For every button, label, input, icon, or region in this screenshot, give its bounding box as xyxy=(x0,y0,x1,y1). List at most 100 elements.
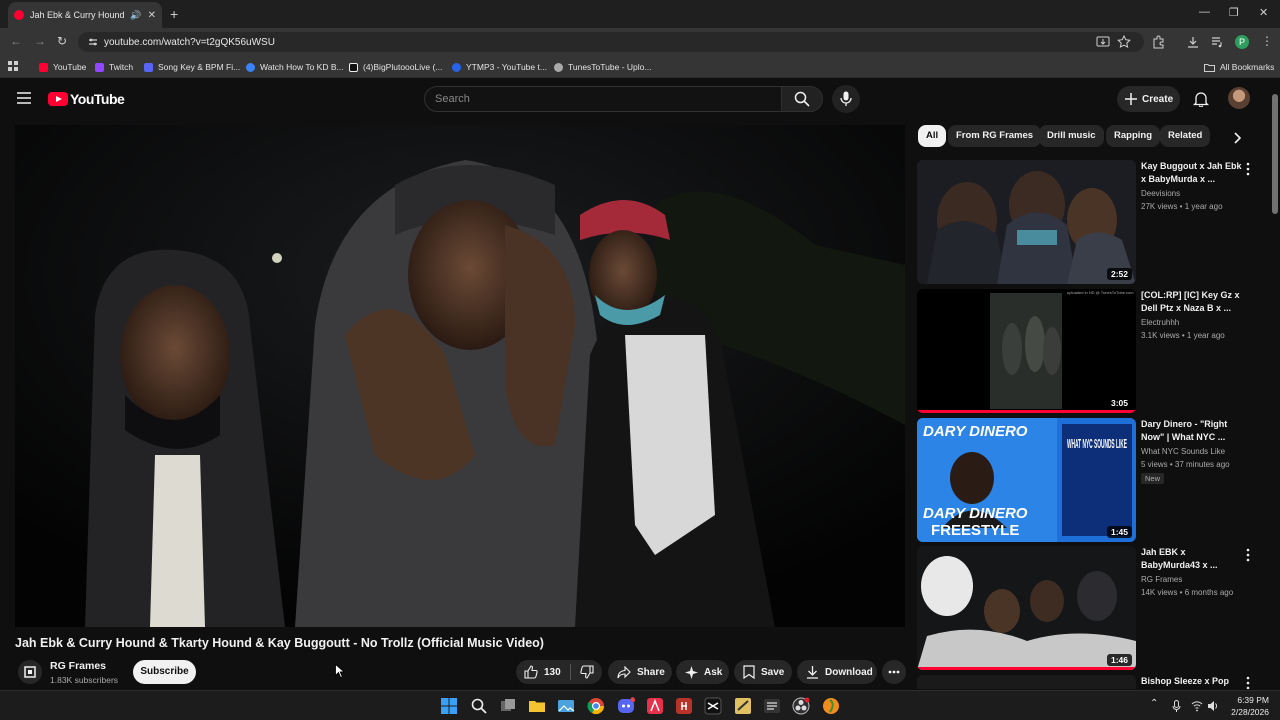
chrome-icon[interactable] xyxy=(587,697,605,715)
thumbs-down-icon[interactable] xyxy=(579,665,594,679)
windows-start-icon[interactable] xyxy=(440,697,458,715)
recommendation-title[interactable]: Bishop Sleeze x Pop xyxy=(1141,675,1245,688)
file-explorer-icon[interactable] xyxy=(528,697,546,715)
subscribe-button[interactable]: Subscribe xyxy=(133,660,196,684)
apps-grid-icon[interactable] xyxy=(8,61,19,72)
recommendation-title[interactable]: Dary Dinero - "Right Now" | What NYC ... xyxy=(1141,418,1245,444)
video-thumbnail[interactable]: DARY DINERO DARY DINERO FREESTYLE WHAT N… xyxy=(917,418,1136,542)
microphone-icon[interactable] xyxy=(1172,700,1181,712)
menu-icon[interactable] xyxy=(17,92,31,104)
taskbar-search-icon[interactable] xyxy=(470,697,488,715)
extensions-icon[interactable] xyxy=(1151,35,1165,49)
recommendation-title[interactable]: Jah EBK x BabyMurda43 x ... xyxy=(1141,546,1245,572)
channel-avatar[interactable] xyxy=(18,660,42,684)
save-button[interactable]: Save xyxy=(734,660,792,684)
search-button[interactable] xyxy=(781,86,823,112)
ask-button[interactable]: Ask xyxy=(676,660,729,684)
volume-icon[interactable] xyxy=(1207,700,1219,712)
recommendation-channel[interactable]: RG Frames xyxy=(1141,575,1182,584)
video-thumbnail[interactable]: 1:46 xyxy=(917,546,1136,670)
bookmark-tunestotube[interactable]: TunesToTube - Uplo... xyxy=(554,60,651,74)
notifications-bell-icon[interactable] xyxy=(1193,91,1209,107)
chip-related[interactable]: Related xyxy=(1160,125,1211,147)
video-thumbnail[interactable] xyxy=(917,675,1136,689)
share-button[interactable]: Share xyxy=(608,660,672,684)
bookmark-twitch[interactable]: Twitch xyxy=(95,60,133,74)
recommendation-channel[interactable]: Deevisions xyxy=(1141,189,1180,198)
audio-playing-icon[interactable]: 🔊 xyxy=(130,10,141,21)
downloads-icon[interactable] xyxy=(1186,35,1200,49)
recommendation-item[interactable]: 2:52 Kay Buggout x Jah Ebk x BabyMurda x… xyxy=(917,160,1262,284)
forward-icon[interactable]: → xyxy=(34,34,46,48)
task-view-icon[interactable] xyxy=(499,697,517,715)
chip-rapping[interactable]: Rapping xyxy=(1106,125,1160,147)
new-tab-icon[interactable]: + xyxy=(170,6,178,22)
recommendation-channel[interactable]: Electruhhh xyxy=(1141,318,1179,327)
download-button[interactable]: Download xyxy=(797,660,877,684)
bookmark-tiktok[interactable]: (4)BigPlutoooLive (... xyxy=(349,60,442,74)
chevron-right-icon[interactable] xyxy=(1231,132,1243,144)
more-actions-button[interactable] xyxy=(882,660,906,684)
browser-tab[interactable]: Jah Ebk & Curry Hound & T 🔊 ✕ xyxy=(8,2,162,28)
video-thumbnail[interactable]: uploaded in HD @ TunesToTube.com 3:05 xyxy=(917,289,1136,413)
profile-avatar[interactable]: P xyxy=(1235,35,1249,49)
recommendation-item[interactable]: Bishop Sleeze x Pop xyxy=(917,675,1262,689)
more-vertical-icon[interactable] xyxy=(1245,162,1251,176)
back-icon[interactable]: ← xyxy=(10,34,22,48)
recommendation-item[interactable]: DARY DINERO DARY DINERO FREESTYLE WHAT N… xyxy=(917,418,1262,542)
recommendation-item[interactable]: 1:46 Jah EBK x BabyMurda43 x ... RG Fram… xyxy=(917,546,1262,670)
chip-from-rg-frames[interactable]: From RG Frames xyxy=(948,125,1042,147)
fl-studio-icon[interactable] xyxy=(822,697,840,715)
page-scrollbar[interactable] xyxy=(1270,80,1280,690)
all-bookmarks[interactable]: All Bookmarks xyxy=(1204,60,1274,74)
chip-drill-music[interactable]: Drill music xyxy=(1039,125,1104,147)
account-avatar[interactable] xyxy=(1228,87,1250,109)
notes-app-icon[interactable] xyxy=(763,697,781,715)
chip-all[interactable]: All xyxy=(918,125,947,147)
ytmp3-icon xyxy=(452,62,461,72)
create-button[interactable]: Create xyxy=(1117,86,1180,112)
more-vertical-icon[interactable] xyxy=(1245,548,1251,562)
capcut-icon[interactable] xyxy=(704,697,722,715)
window-close-icon[interactable]: ✕ xyxy=(1259,6,1268,19)
address-bar[interactable]: youtube.com/watch?v=t2gQK56uWSU xyxy=(78,32,1144,52)
like-button[interactable]: 130 xyxy=(524,665,561,679)
discord-icon[interactable] xyxy=(617,697,635,715)
thumbnail-image xyxy=(917,160,1136,284)
media-app-icon[interactable] xyxy=(675,697,693,715)
bookmark-star-icon[interactable] xyxy=(1117,35,1131,49)
media-control-icon[interactable] xyxy=(1210,35,1224,49)
obs-icon[interactable] xyxy=(792,697,810,715)
reload-icon[interactable]: ↻ xyxy=(57,34,67,48)
scrollbar-thumb[interactable] xyxy=(1272,94,1278,214)
search-input[interactable]: Search xyxy=(424,86,782,112)
youtube-logo[interactable]: YouTube xyxy=(48,91,125,107)
channel-name[interactable]: RG Frames xyxy=(50,660,106,672)
video-player[interactable] xyxy=(15,125,905,627)
install-app-icon[interactable] xyxy=(1096,35,1110,49)
bookmark-ytmp3[interactable]: YTMP3 - YouTube t... xyxy=(452,60,547,74)
minimize-icon[interactable]: — xyxy=(1199,6,1210,18)
video-thumbnail[interactable]: 2:52 xyxy=(917,160,1136,284)
recommendation-channel[interactable]: What NYC Sounds Like xyxy=(1141,447,1225,456)
wifi-icon[interactable] xyxy=(1191,700,1203,712)
bookmark-watch-kd[interactable]: Watch How To KD B... xyxy=(246,60,344,74)
recommendation-item[interactable]: uploaded in HD @ TunesToTube.com 3:05 [C… xyxy=(917,289,1262,413)
recommendation-title[interactable]: Kay Buggout x Jah Ebk x BabyMurda x ... xyxy=(1141,160,1245,186)
site-info-icon[interactable] xyxy=(88,37,98,47)
restore-icon[interactable]: ❐ xyxy=(1229,6,1239,19)
tab-title: Jah Ebk & Curry Hound & T xyxy=(30,10,126,20)
system-clock[interactable]: 6:39 PM 2/28/2026 xyxy=(1225,694,1269,718)
tab-close-icon[interactable]: ✕ xyxy=(148,10,156,21)
chevron-up-icon[interactable]: ⌃ xyxy=(1150,698,1158,709)
more-vertical-icon[interactable] xyxy=(1245,676,1251,689)
bookmark-youtube[interactable]: YouTube xyxy=(39,60,86,74)
recommendation-meta: 14K views • 6 months ago xyxy=(1141,588,1234,597)
voice-search-button[interactable] xyxy=(832,85,860,113)
recommendation-title[interactable]: [COL:RP] [IC] Key Gz x Dell Ptz x Naza B… xyxy=(1141,289,1245,315)
photos-icon[interactable] xyxy=(557,697,575,715)
adobe-app-icon[interactable] xyxy=(646,697,664,715)
paint-app-icon[interactable] xyxy=(734,697,752,715)
bookmark-song-key[interactable]: Song Key & BPM Fi... xyxy=(144,60,240,74)
browser-menu-icon[interactable]: ⋮ xyxy=(1261,34,1273,48)
